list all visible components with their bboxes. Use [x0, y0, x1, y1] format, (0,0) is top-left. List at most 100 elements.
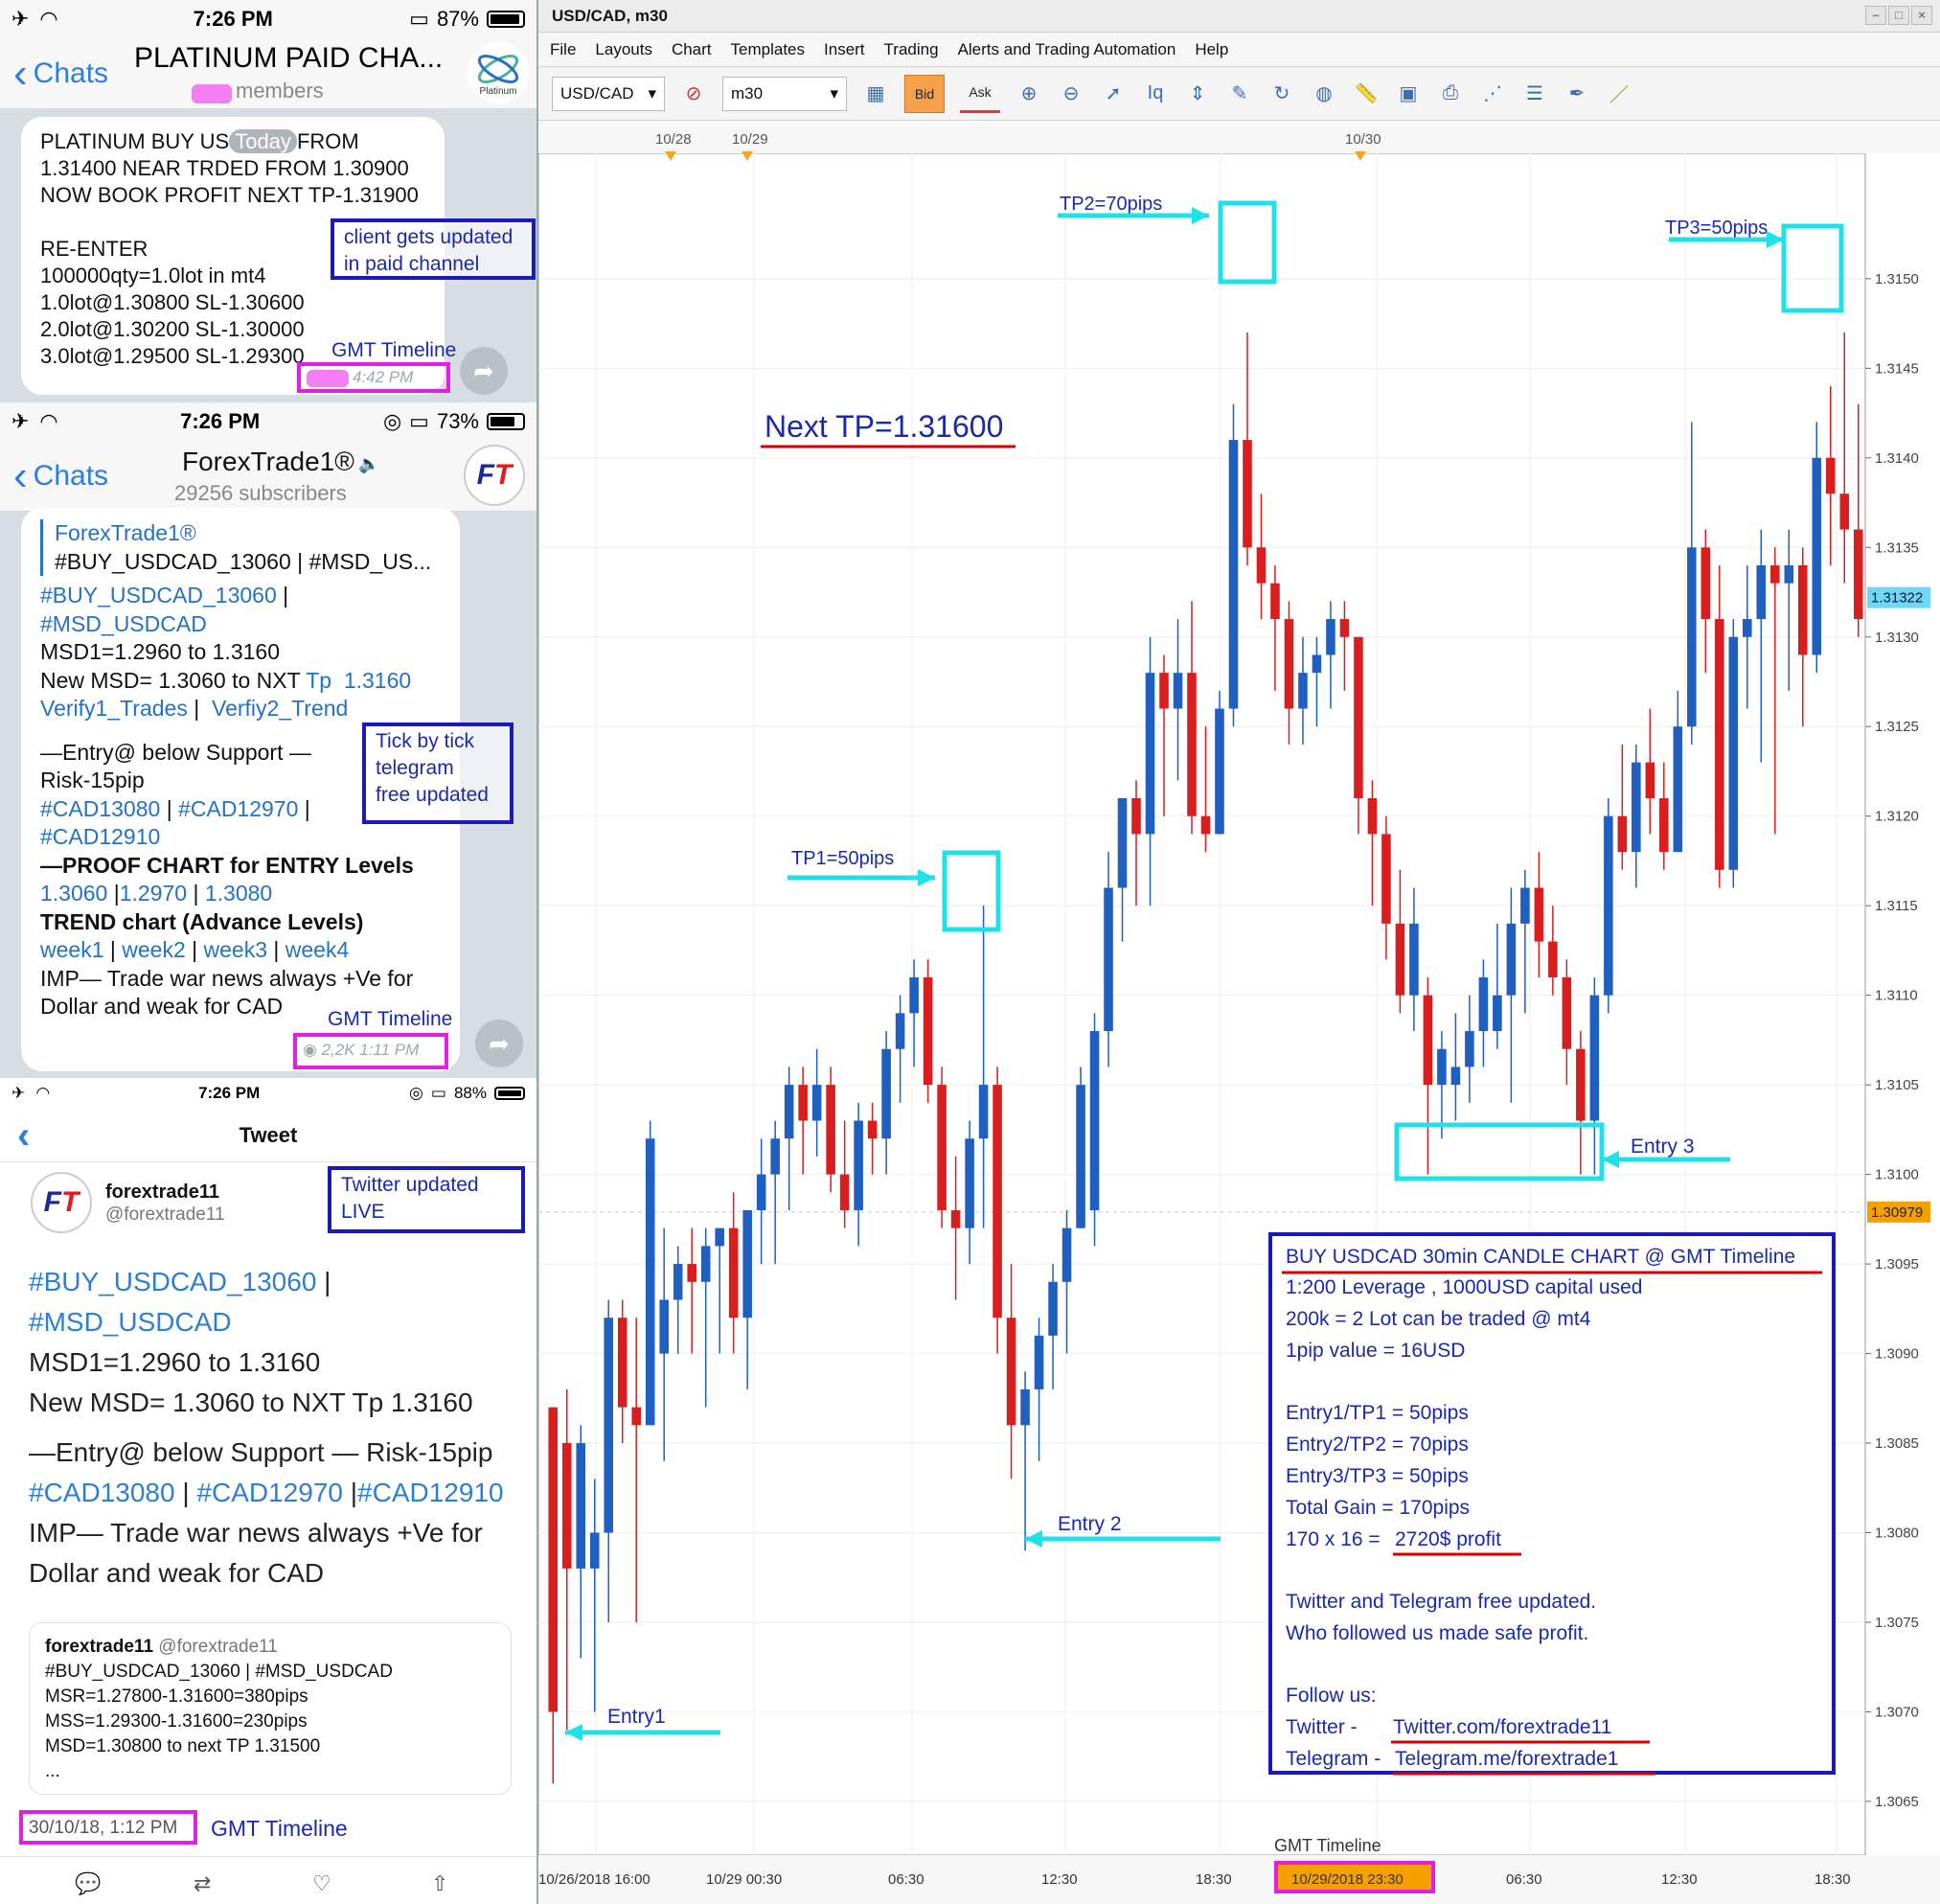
- verify-trades-link[interactable]: Verify1_Trades: [40, 696, 188, 721]
- back-button[interactable]: ‹: [4, 1116, 30, 1155]
- share-icon[interactable]: ⇧: [431, 1871, 489, 1896]
- candle-body: [1659, 798, 1669, 853]
- hashtag-link[interactable]: #CAD13080: [40, 796, 160, 821]
- twitter-tweet-screenshot: ✈ ◠ 7:26 PM ◎ ▭ 88% ‹ Tweet FT forextrade…: [0, 1078, 536, 1904]
- week-link[interactable]: week3: [204, 937, 267, 962]
- cursor-icon[interactable]: ➚: [1100, 80, 1127, 107]
- print-icon[interactable]: ⎙: [1437, 80, 1464, 107]
- trendline-icon[interactable]: ／: [1606, 80, 1632, 107]
- user-name[interactable]: forextrade11: [105, 1181, 219, 1204]
- candle-body: [1478, 976, 1489, 1032]
- separator: |: [187, 696, 212, 721]
- close-icon[interactable]: ×: [1911, 6, 1932, 25]
- ask-button[interactable]: Ask: [960, 75, 1000, 113]
- symbol-select[interactable]: USD/CAD ▾: [552, 76, 665, 111]
- candle-body: [965, 1138, 974, 1228]
- reply-quote[interactable]: ForexTrade1® #BUY_USDCAD_13060 | #MSD_US…: [40, 519, 443, 576]
- quoted-tweet[interactable]: forextrade11 @forextrade11 #BUY_USDCAD_1…: [29, 1622, 512, 1795]
- share-button[interactable]: ➦: [475, 1020, 523, 1067]
- price-chart[interactable]: 10/28 10/29 10/30 1.3150 1.3145 1.3140 1.3135 1…: [537, 121, 1940, 1904]
- annotation-box-twitter-live: Twitter updated LIVE: [328, 1166, 525, 1233]
- hashtag-link[interactable]: #CAD12910: [357, 1478, 504, 1507]
- minimize-icon[interactable]: –: [1865, 6, 1886, 25]
- annotation-box-tick-by-tick: Tick by tick telegram free updated: [362, 723, 514, 824]
- lines-icon[interactable]: ☰: [1521, 80, 1548, 107]
- entry3-label: Entry 3: [1631, 1136, 1695, 1158]
- level-link[interactable]: 1.2970: [120, 881, 187, 906]
- hashtag-link[interactable]: #MSD_USDCAD: [40, 611, 207, 636]
- indicators-icon[interactable]: Iq: [1142, 80, 1169, 107]
- channel-avatar[interactable]: FT: [464, 445, 525, 506]
- globe-icon[interactable]: ◍: [1311, 80, 1337, 107]
- quote-line: ...: [45, 1761, 60, 1781]
- user-avatar[interactable]: FT: [31, 1172, 92, 1233]
- back-button[interactable]: ‹ Chats: [0, 451, 108, 499]
- hashtag-link[interactable]: #BUY_USDCAD_13060: [40, 583, 277, 608]
- chevron-left-icon: ‹: [13, 451, 28, 499]
- screenshot-icon[interactable]: ▣: [1395, 80, 1422, 107]
- hashtag-link[interactable]: #MSD_USDCAD: [29, 1307, 232, 1337]
- hashtag-link[interactable]: #CAD12910: [40, 824, 160, 849]
- reply-icon[interactable]: 💬: [75, 1871, 194, 1896]
- line-price-label: 1.30979: [1871, 1204, 1923, 1221]
- menu-item-layouts[interactable]: Layouts: [595, 40, 652, 59]
- back-button[interactable]: ‹ Chats: [0, 52, 108, 95]
- hashtag-link[interactable]: #CAD12970: [196, 1478, 343, 1507]
- menu-item-file[interactable]: File: [550, 40, 576, 59]
- summary-line: Follow us:: [1286, 1685, 1377, 1707]
- tweet-date: 30/10/18, 1:12 PM: [29, 1818, 178, 1838]
- chart-type-icon[interactable]: ▦: [862, 80, 889, 107]
- fibonacci-icon[interactable]: ⋰: [1479, 80, 1506, 107]
- candle-body: [700, 1246, 711, 1282]
- level-link[interactable]: 1.3060: [40, 881, 107, 906]
- y-tick-label: 1.3090: [1875, 1346, 1919, 1363]
- week-link[interactable]: week2: [122, 937, 185, 962]
- y-tick-label: 1.3100: [1875, 1167, 1919, 1183]
- hashtag-link[interactable]: #BUY_USDCAD_13060: [29, 1267, 316, 1296]
- summary-title: BUY USDCAD 30min CANDLE CHART @ GMT Time…: [1286, 1246, 1795, 1268]
- candle-body: [1312, 654, 1322, 674]
- template-icon[interactable]: ✎: [1226, 80, 1253, 107]
- zoom-in-icon[interactable]: ⊕: [1016, 80, 1042, 107]
- week-link[interactable]: week1: [40, 937, 103, 962]
- pen-icon[interactable]: ✒: [1563, 80, 1590, 107]
- menu-item-templates[interactable]: Templates: [731, 40, 805, 59]
- refresh-icon[interactable]: ↻: [1268, 80, 1295, 107]
- level-link[interactable]: 1.3080: [205, 881, 272, 906]
- menu-item-alerts-and-trading-automation[interactable]: Alerts and Trading Automation: [958, 40, 1176, 59]
- zoom-out-icon[interactable]: ⊖: [1058, 80, 1084, 107]
- candle-body: [811, 1085, 822, 1121]
- candle-body: [1632, 762, 1641, 853]
- share-button[interactable]: ➦: [460, 347, 508, 395]
- ruler-icon[interactable]: 📏: [1353, 80, 1380, 107]
- bid-button[interactable]: Bid: [904, 74, 945, 113]
- status-bar: ✈ ◠ 7:26 PM ▭ 87%: [0, 0, 536, 38]
- hashtag-link[interactable]: #CAD13080: [29, 1478, 175, 1507]
- candle-body: [728, 1227, 739, 1319]
- verify-trend-link[interactable]: Verfiy2_Trend: [212, 696, 348, 721]
- candle-body: [839, 1174, 850, 1210]
- menu-item-insert[interactable]: Insert: [824, 40, 865, 59]
- retweet-icon[interactable]: ⇄: [194, 1871, 312, 1896]
- hashtag-link[interactable]: #CAD12970: [178, 796, 298, 821]
- user-handle[interactable]: @forextrade11: [105, 1204, 225, 1226]
- link-symbol-icon[interactable]: ⊘: [680, 80, 707, 107]
- summary-line: Twitter and Telegram free updated.: [1286, 1591, 1596, 1613]
- channel-avatar[interactable]: Platinum: [468, 42, 529, 103]
- timeframe-select[interactable]: m30 ▾: [722, 76, 847, 111]
- menu-bar: File Layouts Chart Templates Insert Trading Al…: [538, 33, 1940, 67]
- week-link[interactable]: week4: [285, 937, 349, 962]
- y-tick-label: 1.3135: [1875, 539, 1919, 556]
- tp-link[interactable]: Tp 1.3160: [306, 668, 411, 693]
- menu-item-trading[interactable]: Trading: [884, 40, 939, 59]
- scale-icon[interactable]: ⇕: [1184, 80, 1211, 107]
- candlestick-chart-svg[interactable]: 10/28 10/29 10/30 1.3150 1.3145 1.3140 1.3135 1…: [537, 121, 1940, 1904]
- menu-item-help[interactable]: Help: [1195, 40, 1228, 59]
- wifi-icon: ◠: [40, 7, 57, 31]
- candle-body: [1437, 1048, 1447, 1086]
- summary-line: Entry2/TP2 = 70pips: [1286, 1434, 1469, 1456]
- menu-item-chart[interactable]: Chart: [672, 40, 712, 59]
- maximize-icon[interactable]: □: [1888, 6, 1909, 25]
- candle-body: [1173, 673, 1183, 709]
- like-icon[interactable]: ♡: [312, 1871, 431, 1896]
